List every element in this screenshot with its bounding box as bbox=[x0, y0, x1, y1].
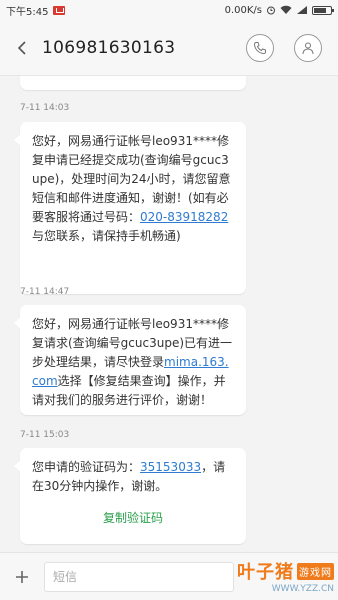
mail-notification-icon bbox=[53, 5, 66, 15]
message-time: 7-11 14:03 bbox=[20, 103, 70, 113]
attach-plus-icon[interactable] bbox=[10, 565, 34, 589]
message-list[interactable]: 7-11 14:03 您好，网易通行证帐号leo931****修复申请已经提交成… bbox=[0, 76, 338, 552]
alarm-icon bbox=[267, 6, 275, 15]
verification-code-link[interactable]: 35153033 bbox=[140, 460, 201, 474]
watermark-brand-text: 叶子猪 bbox=[237, 562, 294, 583]
previous-message-bubble[interactable] bbox=[20, 76, 246, 90]
signal-icon bbox=[297, 6, 307, 14]
message-time: 7-11 14:47 bbox=[20, 287, 70, 297]
message-bubble[interactable]: 您好，网易通行证帐号leo931****修复请求(查询编号gcuc3upe)已有… bbox=[14, 305, 246, 415]
person-icon bbox=[302, 42, 314, 54]
status-time: 下午5:45 bbox=[6, 6, 49, 18]
message-text: 与您联系，请保持手机畅通) bbox=[32, 229, 181, 243]
message-text: 选择【修复结果查询】操作，并请对我们的服务进行评价，谢谢！ bbox=[32, 374, 226, 407]
contact-button[interactable] bbox=[294, 33, 322, 62]
conversation-header: 106981630163 bbox=[0, 20, 338, 76]
watermark-badge: 游戏网 bbox=[297, 562, 334, 580]
watermark-logo: 叶子猪 游戏网 WWW.YZZ.CN bbox=[228, 553, 334, 599]
message-bubble[interactable]: 您申请的验证码为：35153033，请在30分钟内操作，谢谢。 复制验证码 bbox=[14, 448, 246, 544]
phone-number-link[interactable]: 020-83918282 bbox=[140, 210, 228, 224]
copy-code-button[interactable]: 复制验证码 bbox=[32, 508, 234, 528]
message-bubble[interactable]: 您好，网易通行证帐号leo931****修复申请已经提交成功(查询编号gcuc3… bbox=[14, 122, 246, 294]
status-right: 0.00K/s bbox=[224, 4, 334, 16]
conversation-title: 106981630163 bbox=[42, 37, 176, 58]
back-arrow-icon[interactable] bbox=[8, 34, 36, 62]
message-time: 7-11 15:03 bbox=[20, 430, 70, 440]
message-text: 您申请的验证码为： bbox=[32, 460, 141, 474]
sms-input[interactable]: 短信 bbox=[44, 561, 234, 592]
status-bar: 下午5:45 0.00K/s bbox=[0, 0, 338, 20]
wifi-icon bbox=[280, 5, 292, 14]
watermark-url: WWW.YZZ.CN bbox=[271, 584, 334, 594]
call-button[interactable] bbox=[246, 33, 274, 62]
net-speed: 0.00K/s bbox=[224, 4, 262, 16]
battery-icon bbox=[312, 5, 334, 15]
phone-icon bbox=[253, 41, 266, 54]
watermark-brand: 叶子猪 游戏网 bbox=[237, 558, 334, 584]
